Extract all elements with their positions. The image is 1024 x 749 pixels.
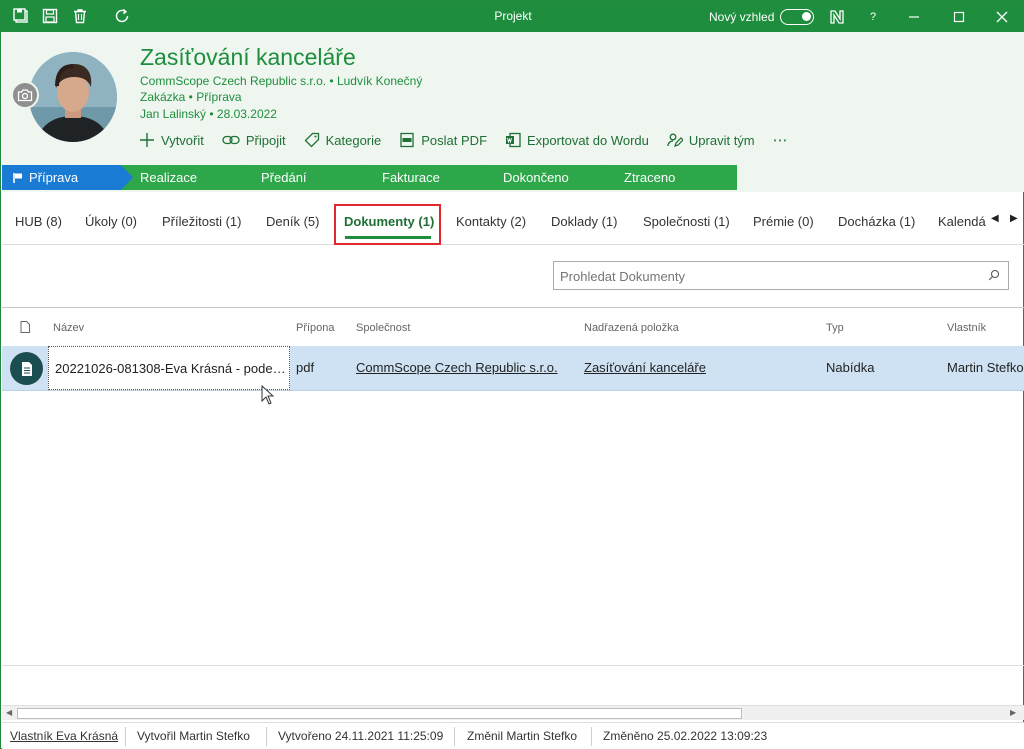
- tab-kalendar[interactable]: Kalendář: [938, 214, 986, 229]
- status-bar: Vlastník Eva Krásná Vytvořil Martin Stef…: [2, 722, 1024, 749]
- tab-spolecnosti[interactable]: Společnosti (1): [643, 214, 730, 229]
- scrollbar-thumb[interactable]: [17, 708, 742, 719]
- stage-priprava[interactable]: Příprava: [2, 165, 135, 190]
- status-separator: [266, 727, 267, 746]
- create-button[interactable]: Vytvořit: [139, 132, 204, 148]
- mouse-cursor-icon: [261, 385, 275, 405]
- action-toolbar: Vytvořit Připojit Kategorie Poslat PDF E…: [139, 131, 789, 149]
- maximize-icon[interactable]: [949, 7, 969, 27]
- tab-denik[interactable]: Deník (5): [266, 214, 319, 229]
- status-created-by: Vytvořil Martin Stefko: [137, 729, 250, 743]
- notes-icon[interactable]: [827, 7, 847, 27]
- toggle-knob: [802, 12, 811, 21]
- minimize-icon[interactable]: [904, 7, 924, 27]
- status-created-at: Vytvořeno 24.11.2021 11:25:09: [278, 729, 444, 743]
- link-icon: [222, 135, 240, 145]
- status-separator: [125, 727, 126, 746]
- tab-scroll-right-icon[interactable]: ▶: [1010, 213, 1018, 224]
- edit-team-label: Upravit tým: [688, 132, 755, 148]
- type-stage-line: Zakázka • Příprava: [140, 90, 242, 104]
- plus-icon: [140, 133, 154, 147]
- tab-doklady[interactable]: Doklady (1): [551, 214, 617, 229]
- title-bar: Projekt Nový vzhled ?: [1, 1, 1024, 32]
- stage-realizace[interactable]: Realizace: [121, 165, 255, 190]
- status-modified-at: Změněno 25.02.2022 13:09:23: [603, 729, 768, 743]
- category-button[interactable]: Kategorie: [304, 132, 382, 148]
- tab-scroll-left-icon[interactable]: ◀: [991, 213, 999, 224]
- document-type: Nabídka: [826, 360, 875, 375]
- document-owner: Martin Stefko: [947, 360, 1024, 375]
- stage-label: Realizace: [140, 170, 198, 185]
- word-icon: [506, 132, 521, 148]
- column-header-type[interactable]: Typ: [826, 322, 844, 334]
- category-label: Kategorie: [325, 132, 382, 148]
- stage-label: Předání: [261, 170, 307, 185]
- stage-ztraceno[interactable]: Ztraceno: [605, 165, 737, 190]
- horizontal-scrollbar[interactable]: ◀ ▶: [2, 705, 1024, 720]
- stage-fakturace[interactable]: Fakturace: [363, 165, 497, 190]
- document-icon: [10, 352, 43, 385]
- tab-prilezitosti[interactable]: Příležitosti (1): [162, 214, 241, 229]
- scroll-right-icon[interactable]: ▶: [1010, 708, 1016, 717]
- pdf-icon: [400, 132, 414, 148]
- column-header-owner[interactable]: Vlastník: [947, 322, 986, 334]
- export-word-button[interactable]: Exportovat do Wordu: [505, 132, 649, 148]
- tab-premie[interactable]: Prémie (0): [753, 214, 814, 229]
- more-actions-button[interactable]: ⋯: [773, 131, 789, 149]
- stage-label: Dokončeno: [503, 170, 569, 185]
- owner-date-line: Jan Lalinský • 28.03.2022: [140, 107, 277, 121]
- scroll-left-icon[interactable]: ◀: [6, 708, 12, 717]
- send-pdf-label: Poslat PDF: [421, 132, 488, 148]
- camera-icon[interactable]: [11, 81, 39, 109]
- column-header-parent[interactable]: Nadřazená položka: [584, 322, 679, 334]
- tab-hub[interactable]: HUB (8): [15, 214, 62, 229]
- send-pdf-button[interactable]: Poslat PDF: [399, 132, 487, 148]
- avatar[interactable]: [29, 52, 117, 142]
- close-icon[interactable]: [992, 7, 1012, 27]
- stage-predani[interactable]: Předání: [242, 165, 376, 190]
- tab-dochazka[interactable]: Docházka (1): [838, 214, 915, 229]
- status-separator: [454, 727, 455, 746]
- stage-label: Fakturace: [382, 170, 440, 185]
- team-edit-icon: [667, 133, 683, 147]
- column-header-name[interactable]: Název: [53, 322, 84, 334]
- app-window: Projekt Nový vzhled ? Zasíťování kancelá…: [0, 0, 1024, 749]
- stage-label: Ztraceno: [624, 170, 676, 185]
- new-look-toggle[interactable]: [780, 9, 814, 25]
- column-header-extension[interactable]: Přípona: [296, 322, 335, 334]
- status-modified-by: Změnil Martin Stefko: [467, 729, 578, 743]
- grid-divider: [2, 307, 1024, 308]
- company-contact-line: CommScope Czech Republic s.r.o. • Ludvík…: [140, 74, 423, 88]
- file-column-icon: [20, 321, 30, 333]
- edit-team-button[interactable]: Upravit tým: [667, 132, 755, 148]
- document-extension: pdf: [296, 360, 315, 375]
- stage-dokonceno[interactable]: Dokončeno: [484, 165, 618, 190]
- document-name-cell[interactable]: 20221026-081308-Eva Krásná - podepsaná n…: [48, 346, 290, 390]
- attach-label: Připojit: [245, 132, 286, 148]
- status-owner[interactable]: Vlastník Eva Krásná: [10, 729, 118, 743]
- tab-bar: HUB (8) Úkoly (0) Příležitosti (1) Deník…: [2, 201, 1024, 245]
- table-row[interactable]: 20221026-081308-Eva Krásná - podepsaná n…: [2, 346, 1024, 391]
- highlight-box: [334, 204, 441, 245]
- export-word-label: Exportovat do Wordu: [527, 132, 649, 148]
- search-input[interactable]: [560, 267, 980, 285]
- parent-item-link[interactable]: Zasíťování kanceláře: [584, 360, 706, 375]
- stage-label: Příprava: [29, 170, 79, 185]
- tab-kontakty[interactable]: Kontakty (2): [456, 214, 526, 229]
- tag-icon: [304, 132, 319, 148]
- column-header-company[interactable]: Společnost: [356, 322, 410, 334]
- page-title: Zasíťování kanceláře: [140, 44, 356, 70]
- new-look-label: Nový vzhled: [709, 10, 775, 24]
- attach-button[interactable]: Připojit: [222, 133, 286, 148]
- document-name: 20221026-081308-Eva Krásná - podepsaná n…: [55, 361, 287, 376]
- flag-icon: [13, 173, 22, 183]
- create-label: Vytvořit: [161, 132, 204, 148]
- search-icon: [988, 269, 1000, 281]
- tab-ukoly[interactable]: Úkoly (0): [85, 214, 137, 229]
- search-box[interactable]: [553, 261, 1009, 290]
- status-separator: [591, 727, 592, 746]
- grid-bottom-divider: [2, 665, 1024, 666]
- help-button[interactable]: ?: [863, 7, 883, 27]
- company-link[interactable]: CommScope Czech Republic s.r.o.: [356, 360, 558, 375]
